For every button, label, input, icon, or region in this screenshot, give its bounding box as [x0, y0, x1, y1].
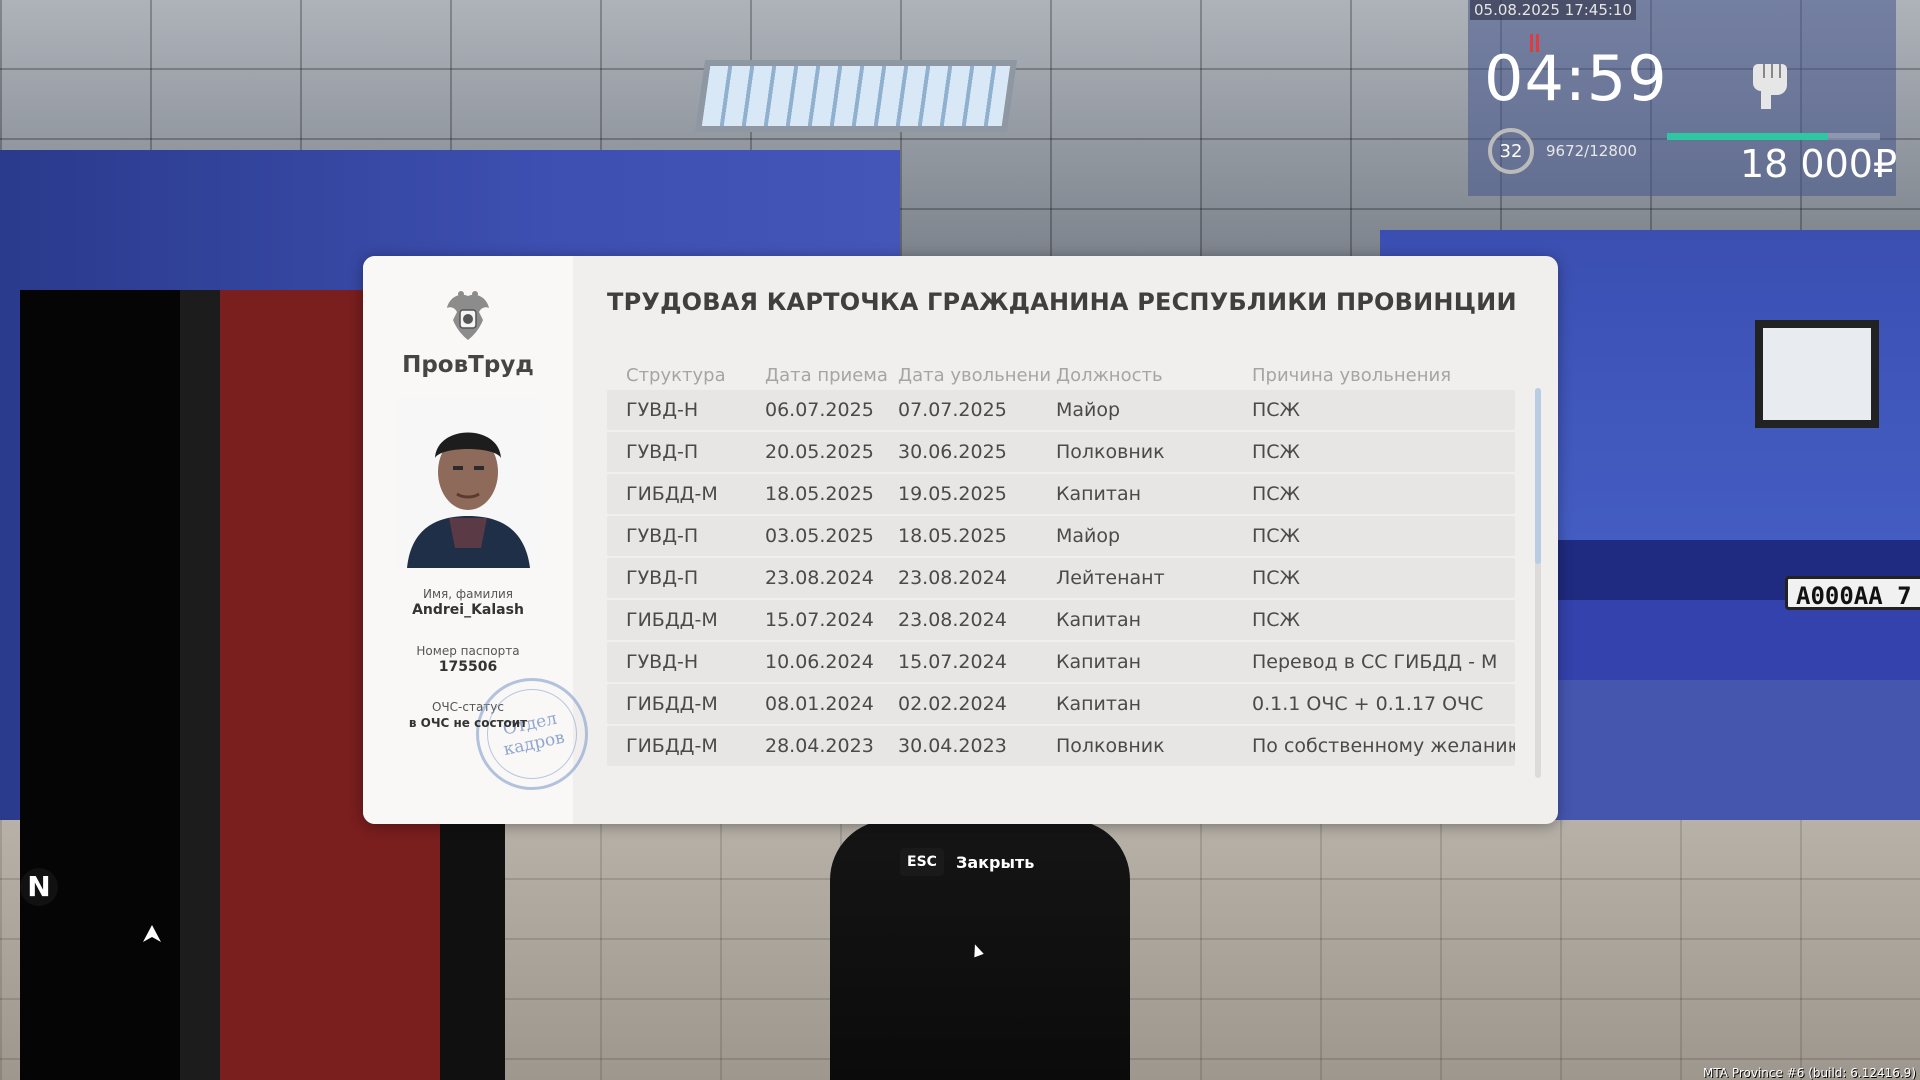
coat-of-arms-icon: [441, 290, 495, 346]
hr-stamp: Отдел кадров: [465, 667, 599, 801]
table-scrollbar[interactable]: [1535, 388, 1541, 778]
hud-progress-bar: [1667, 133, 1880, 140]
cell-structure: ГИБДД-М: [626, 609, 718, 631]
wall-clock: [1755, 320, 1879, 428]
ceiling-lamp: [694, 60, 1018, 132]
cell-dismissal-date: 02.02.2024: [898, 693, 1007, 715]
close-button[interactable]: ESC Закрыть: [900, 848, 1034, 876]
esc-key[interactable]: ESC: [900, 848, 944, 876]
table-row: ГУВД-Н 06.07.2025 07.07.2025 Майор ПСЖ: [607, 390, 1515, 430]
column-header-position: Должность: [1056, 364, 1163, 386]
build-info: MTA Province #6 (build: 6.12416.9): [1703, 1066, 1916, 1080]
fist-icon: [1746, 54, 1796, 110]
table-row: ГИБДД-М 28.04.2023 30.04.2023 Полковник По с…: [607, 726, 1515, 766]
cell-hire-date: 08.01.2024: [765, 693, 874, 715]
cell-structure: ГУВД-П: [626, 567, 699, 589]
cell-structure: ГУВД-Н: [626, 651, 699, 673]
cell-dismissal-date: 18.05.2025: [898, 525, 1007, 547]
cell-hire-date: 10.06.2024: [765, 651, 874, 673]
cell-reason: Перевод в СС ГИБДД - М: [1252, 651, 1498, 673]
cell-reason: ПСЖ: [1252, 525, 1301, 547]
character-photo: [397, 398, 540, 568]
cell-structure: ГИБДД-М: [626, 735, 718, 757]
table-body: ГУВД-Н 06.07.2025 07.07.2025 Майор ПСЖ ГУВД-П…: [607, 390, 1515, 766]
cell-position: Капитан: [1056, 483, 1142, 505]
cell-structure: ГУВД-Н: [626, 399, 699, 421]
cell-dismissal-date: 15.07.2024: [898, 651, 1007, 673]
table-row: ГИБДД-М 08.01.2024 02.02.2024 Капитан 0.1.1 …: [607, 684, 1515, 724]
cell-reason: 0.1.1 ОЧС + 0.1.17 ОЧС: [1252, 693, 1484, 715]
level-ring-icon: 32: [1488, 128, 1534, 174]
cell-position: Капитан: [1056, 693, 1142, 715]
cell-dismissal-date: 30.06.2025: [898, 441, 1007, 463]
cell-reason: ПСЖ: [1252, 609, 1301, 631]
table-row: ГУВД-П 23.08.2024 23.08.2024 Лейтенант ПСЖ: [607, 558, 1515, 598]
employment-table: Структура Дата приема Дата увольнени Дол…: [607, 360, 1515, 768]
license-plate: A000AA 7: [1785, 576, 1920, 610]
table-row: ГУВД-П 03.05.2025 18.05.2025 Майор ПСЖ: [607, 516, 1515, 556]
cell-hire-date: 15.07.2024: [765, 609, 874, 631]
cell-hire-date: 20.05.2025: [765, 441, 874, 463]
close-label[interactable]: Закрыть: [956, 853, 1034, 872]
cell-dismissal-date: 23.08.2024: [898, 609, 1007, 631]
table-row: ГУВД-Н 10.06.2024 15.07.2024 Капитан Перевод…: [607, 642, 1515, 682]
card-title: ТРУДОВАЯ КАРТОЧКА ГРАЖДАНИНА РЕСПУБЛИКИ …: [607, 288, 1517, 316]
cell-structure: ГИБДД-М: [626, 693, 718, 715]
cell-reason: По собственному желанию: [1252, 735, 1515, 757]
name-value: Andrei_Kalash: [412, 602, 524, 618]
org-name: ПровТруд: [402, 352, 534, 378]
cell-position: Капитан: [1056, 609, 1142, 631]
cell-hire-date: 18.05.2025: [765, 483, 874, 505]
table-row: ГУВД-П 20.05.2025 30.06.2025 Полковник ПСЖ: [607, 432, 1515, 472]
cell-position: Полковник: [1056, 441, 1165, 463]
table-row: ГИБДД-М 15.07.2024 23.08.2024 Капитан ПСЖ: [607, 600, 1515, 640]
work-card-modal: ПровТруд Имя, фамилия Andrei_Kalash Номе…: [363, 256, 1558, 824]
cell-position: Полковник: [1056, 735, 1165, 757]
table-row: ГИБДД-М 18.05.2025 19.05.2025 Капитан ПСЖ: [607, 474, 1515, 514]
cell-dismissal-date: 19.05.2025: [898, 483, 1007, 505]
cell-dismissal-date: 23.08.2024: [898, 567, 1007, 589]
cell-hire-date: 28.04.2023: [765, 735, 874, 757]
passport-label: Номер паспорта: [416, 644, 520, 658]
cell-reason: ПСЖ: [1252, 441, 1301, 463]
cell-position: Капитан: [1056, 651, 1142, 673]
cell-dismissal-date: 30.04.2023: [898, 735, 1007, 757]
column-header-reason: Причина увольнения: [1252, 364, 1452, 386]
hud-time: 04:59: [1484, 42, 1668, 115]
hud-progress-fill: [1667, 133, 1829, 140]
column-header-structure: Структура: [626, 364, 726, 386]
column-header-dismissal-date: Дата увольнени: [898, 364, 1052, 386]
cell-hire-date: 06.07.2025: [765, 399, 874, 421]
cell-hire-date: 23.08.2024: [765, 567, 874, 589]
name-label: Имя, фамилия: [422, 587, 514, 601]
cell-position: Лейтенант: [1056, 567, 1165, 589]
cell-structure: ГУВД-П: [626, 441, 699, 463]
hud-datetime: 05.08.2025 17:45:10: [1470, 0, 1637, 20]
hud-xp: 9672/12800: [1546, 142, 1637, 160]
player-marker-icon: [140, 922, 164, 946]
cell-dismissal-date: 07.07.2025: [898, 399, 1007, 421]
cell-hire-date: 03.05.2025: [765, 525, 874, 547]
cell-structure: ГУВД-П: [626, 525, 699, 547]
table-header: Структура Дата приема Дата увольнени Дол…: [607, 360, 1515, 390]
card-sidebar: ПровТруд Имя, фамилия Andrei_Kalash Номе…: [363, 256, 599, 824]
cell-position: Майор: [1056, 525, 1121, 547]
cell-position: Майор: [1056, 399, 1121, 421]
cell-structure: ГИБДД-М: [626, 483, 718, 505]
cell-reason: ПСЖ: [1252, 483, 1301, 505]
column-header-hire-date: Дата приема: [765, 364, 888, 386]
cell-reason: ПСЖ: [1252, 399, 1301, 421]
passport-value: 175506: [438, 659, 498, 675]
cell-reason: ПСЖ: [1252, 567, 1301, 589]
hud-money: 18 000₽: [1740, 142, 1898, 186]
ochs-value: в ОЧС не состоит: [408, 716, 528, 730]
hud-level: 32: [1499, 140, 1523, 162]
table-scrollbar-thumb[interactable]: [1535, 388, 1541, 564]
compass-north-icon: N: [20, 868, 58, 906]
